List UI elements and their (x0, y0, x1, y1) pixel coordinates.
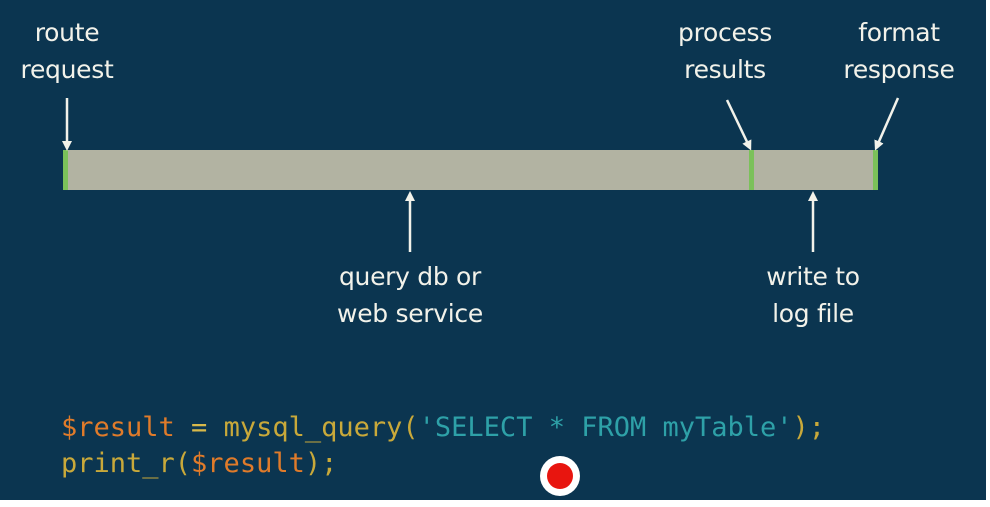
label-query-db-line2: web service (337, 299, 483, 328)
label-query-db: query db or web service (310, 258, 510, 332)
code-line-1: $result = mysql_query('SELECT * FROM myT… (61, 410, 825, 446)
code-string: 'SELECT * FROM myTable' (418, 412, 793, 443)
label-query-db-line1: query db or (338, 262, 482, 291)
code-function: print_r( (61, 448, 192, 479)
code-variable: $result (191, 448, 305, 479)
label-write-log: write to log file (740, 258, 886, 332)
arrow-format-response (874, 97, 900, 151)
code-assign: = (174, 412, 224, 443)
label-write-log-line2: log file (772, 299, 854, 328)
record-indicator-icon[interactable] (540, 456, 580, 496)
arrow-process-results (725, 99, 752, 151)
code-variable: $result (61, 412, 175, 443)
code-line-2: print_r($result); (61, 446, 337, 482)
label-write-log-line1: write to (766, 262, 860, 291)
code-function: mysql_query( (223, 412, 419, 443)
diagram-slide: route request process results format res… (0, 0, 986, 500)
code-terminator: ); (304, 448, 338, 479)
code-terminator: ); (792, 412, 826, 443)
